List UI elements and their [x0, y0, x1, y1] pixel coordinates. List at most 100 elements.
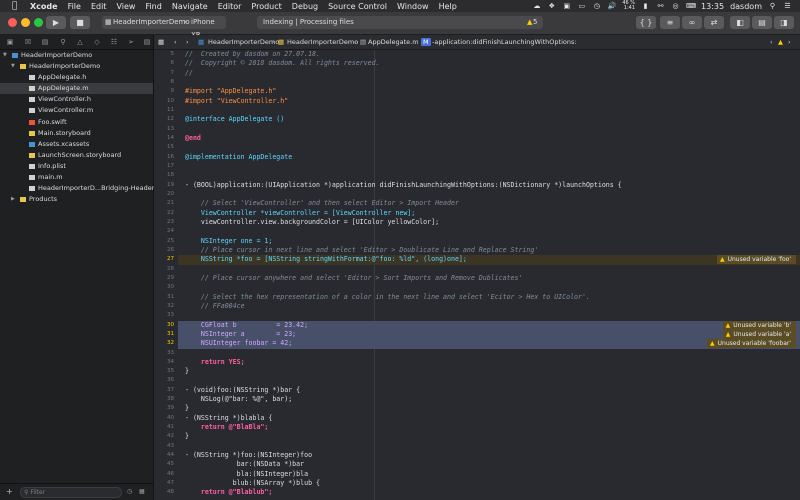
- tree-item-file[interactable]: Foo.swift: [0, 117, 153, 128]
- folder-icon[interactable]: ▣: [6, 38, 14, 46]
- breadcrumb-group[interactable]: HeaderImporterDemo: [287, 38, 358, 46]
- line-number[interactable]: 6: [154, 59, 175, 68]
- line-number[interactable]: 35: [154, 367, 174, 376]
- warning-badge[interactable]: ▲ Unused variable 'foo': [716, 255, 796, 265]
- related-items-icon[interactable]: ▦: [158, 38, 164, 46]
- volume-icon[interactable]: 🔊: [607, 2, 616, 10]
- line-number[interactable]: 30: [154, 321, 174, 330]
- recent-files-icon[interactable]: ◷: [127, 488, 135, 495]
- next-issue-button[interactable]: ›: [788, 38, 791, 46]
- line-number[interactable]: 23: [154, 218, 174, 227]
- line-number[interactable]: 24: [154, 227, 174, 236]
- tree-item-project[interactable]: ▼ HeaderImporterDemo: [0, 50, 153, 61]
- search-icon[interactable]: ⚲: [768, 2, 777, 10]
- display-icon[interactable]: ▭: [577, 2, 586, 10]
- source-control-icon[interactable]: ☒: [24, 38, 32, 46]
- menu-help[interactable]: Help: [439, 2, 457, 11]
- line-number[interactable]: 9: [154, 87, 175, 96]
- line-number[interactable]: 33: [154, 311, 174, 320]
- toggle-inspector-button[interactable]: ◨: [774, 16, 794, 29]
- line-number[interactable]: 37: [154, 386, 174, 395]
- minimize-window-button[interactable]: [21, 18, 30, 27]
- add-file-button[interactable]: +: [6, 487, 13, 496]
- standard-editor-button[interactable]: ≡: [660, 16, 680, 29]
- bluetooth-icon[interactable]: ⚯: [656, 2, 665, 10]
- code-area[interactable]: 5// Created by dasdom on 27.07.18. 6// C…: [167, 50, 800, 500]
- tree-item-file[interactable]: ViewController.m: [0, 105, 153, 116]
- line-number[interactable]: 38: [154, 395, 174, 404]
- issue-icon[interactable]: △: [76, 38, 84, 46]
- line-number[interactable]: 46: [154, 470, 174, 479]
- line-number[interactable]: 11: [154, 106, 174, 115]
- warning-icon[interactable]: ▲: [527, 16, 532, 29]
- tree-item-file[interactable]: Assets.xcassets: [0, 139, 153, 150]
- filter-input[interactable]: ⚲ Filter: [20, 487, 122, 498]
- line-number[interactable]: 28: [154, 265, 174, 274]
- breadcrumb-method[interactable]: -application:didFinishLaunchingWithOptio…: [432, 38, 577, 46]
- wifi-icon[interactable]: ◎: [671, 2, 680, 10]
- line-number[interactable]: 29: [154, 274, 174, 283]
- line-number[interactable]: 13: [154, 125, 174, 134]
- report-icon[interactable]: ▤: [143, 38, 151, 46]
- menu-file[interactable]: File: [68, 2, 81, 11]
- line-number[interactable]: 32: [154, 339, 174, 348]
- line-number[interactable]: 33: [154, 349, 174, 358]
- source-editor[interactable]: 5// Created by dasdom on 27.07.18. 6// C…: [154, 50, 800, 500]
- tree-item-group[interactable]: ▶ Products: [0, 194, 153, 205]
- user-name[interactable]: dasdom: [730, 2, 762, 11]
- line-number[interactable]: 43: [154, 442, 174, 451]
- previous-issue-button[interactable]: ‹: [770, 38, 773, 46]
- library-button[interactable]: { }: [636, 16, 656, 29]
- tree-item-file-selected[interactable]: AppDelegate.m: [0, 83, 153, 95]
- line-number[interactable]: 40: [154, 414, 174, 423]
- line-number[interactable]: 22: [154, 209, 174, 218]
- tree-item-file[interactable]: Info.plist: [0, 161, 153, 172]
- line-number[interactable]: 34: [154, 358, 174, 367]
- line-number[interactable]: 31: [154, 293, 174, 302]
- line-number[interactable]: 19: [154, 181, 174, 190]
- line-number[interactable]: 47: [154, 479, 174, 488]
- disclosure-open-icon[interactable]: ▼: [11, 61, 15, 72]
- tree-item-group[interactable]: ▼ HeaderImporterDemo: [0, 61, 153, 72]
- control-center-icon[interactable]: ☰: [783, 2, 792, 10]
- line-number[interactable]: 14: [154, 134, 174, 143]
- forward-button[interactable]: ›: [186, 38, 189, 46]
- run-button[interactable]: ▶: [46, 16, 66, 29]
- line-number[interactable]: 31: [154, 330, 174, 339]
- back-button[interactable]: ‹: [174, 38, 177, 46]
- menu-source-control[interactable]: Source Control: [328, 2, 387, 11]
- tree-item-file[interactable]: LaunchScreen.storyboard: [0, 150, 153, 161]
- warning-icon[interactable]: ▲: [778, 38, 783, 46]
- version-editor-button[interactable]: ⇄: [704, 16, 724, 29]
- line-number[interactable]: 15: [154, 143, 174, 152]
- dropbox-icon[interactable]: ❖: [547, 2, 556, 10]
- toggle-debug-area-button[interactable]: ▤: [752, 16, 772, 29]
- line-number[interactable]: 45: [154, 460, 174, 469]
- line-number[interactable]: 18: [154, 171, 174, 180]
- tree-item-file[interactable]: Main.storyboard: [0, 128, 153, 139]
- line-number[interactable]: 26: [154, 246, 174, 255]
- menu-navigate[interactable]: Navigate: [172, 2, 208, 11]
- menu-edit[interactable]: Edit: [91, 2, 107, 11]
- breadcrumb-file[interactable]: AppDelegate.m: [368, 38, 419, 46]
- menu-view[interactable]: View: [116, 2, 135, 11]
- line-number[interactable]: 32: [154, 302, 174, 311]
- line-number[interactable]: 36: [154, 376, 174, 385]
- close-window-button[interactable]: [8, 18, 17, 27]
- stop-button[interactable]: ■: [70, 16, 90, 29]
- breakpoint-icon[interactable]: ➢: [127, 38, 135, 46]
- clock[interactable]: 13:35: [701, 2, 724, 11]
- cloud-icon[interactable]: ☁: [532, 2, 541, 10]
- menu-find[interactable]: Find: [145, 2, 161, 11]
- assistant-editor-button[interactable]: ∞: [682, 16, 702, 29]
- disclosure-open-icon[interactable]: ▼: [3, 50, 7, 61]
- zoom-window-button[interactable]: [34, 18, 43, 27]
- menu-debug[interactable]: Debug: [292, 2, 318, 11]
- debug-icon[interactable]: ☷: [110, 38, 118, 46]
- search-icon[interactable]: ⚲: [59, 38, 67, 46]
- apple-menu-icon[interactable]: : [12, 1, 22, 11]
- line-number[interactable]: 8: [154, 78, 175, 87]
- warning-count[interactable]: 5: [533, 16, 537, 29]
- line-number[interactable]: 27: [154, 255, 174, 264]
- line-number[interactable]: 12: [154, 115, 174, 124]
